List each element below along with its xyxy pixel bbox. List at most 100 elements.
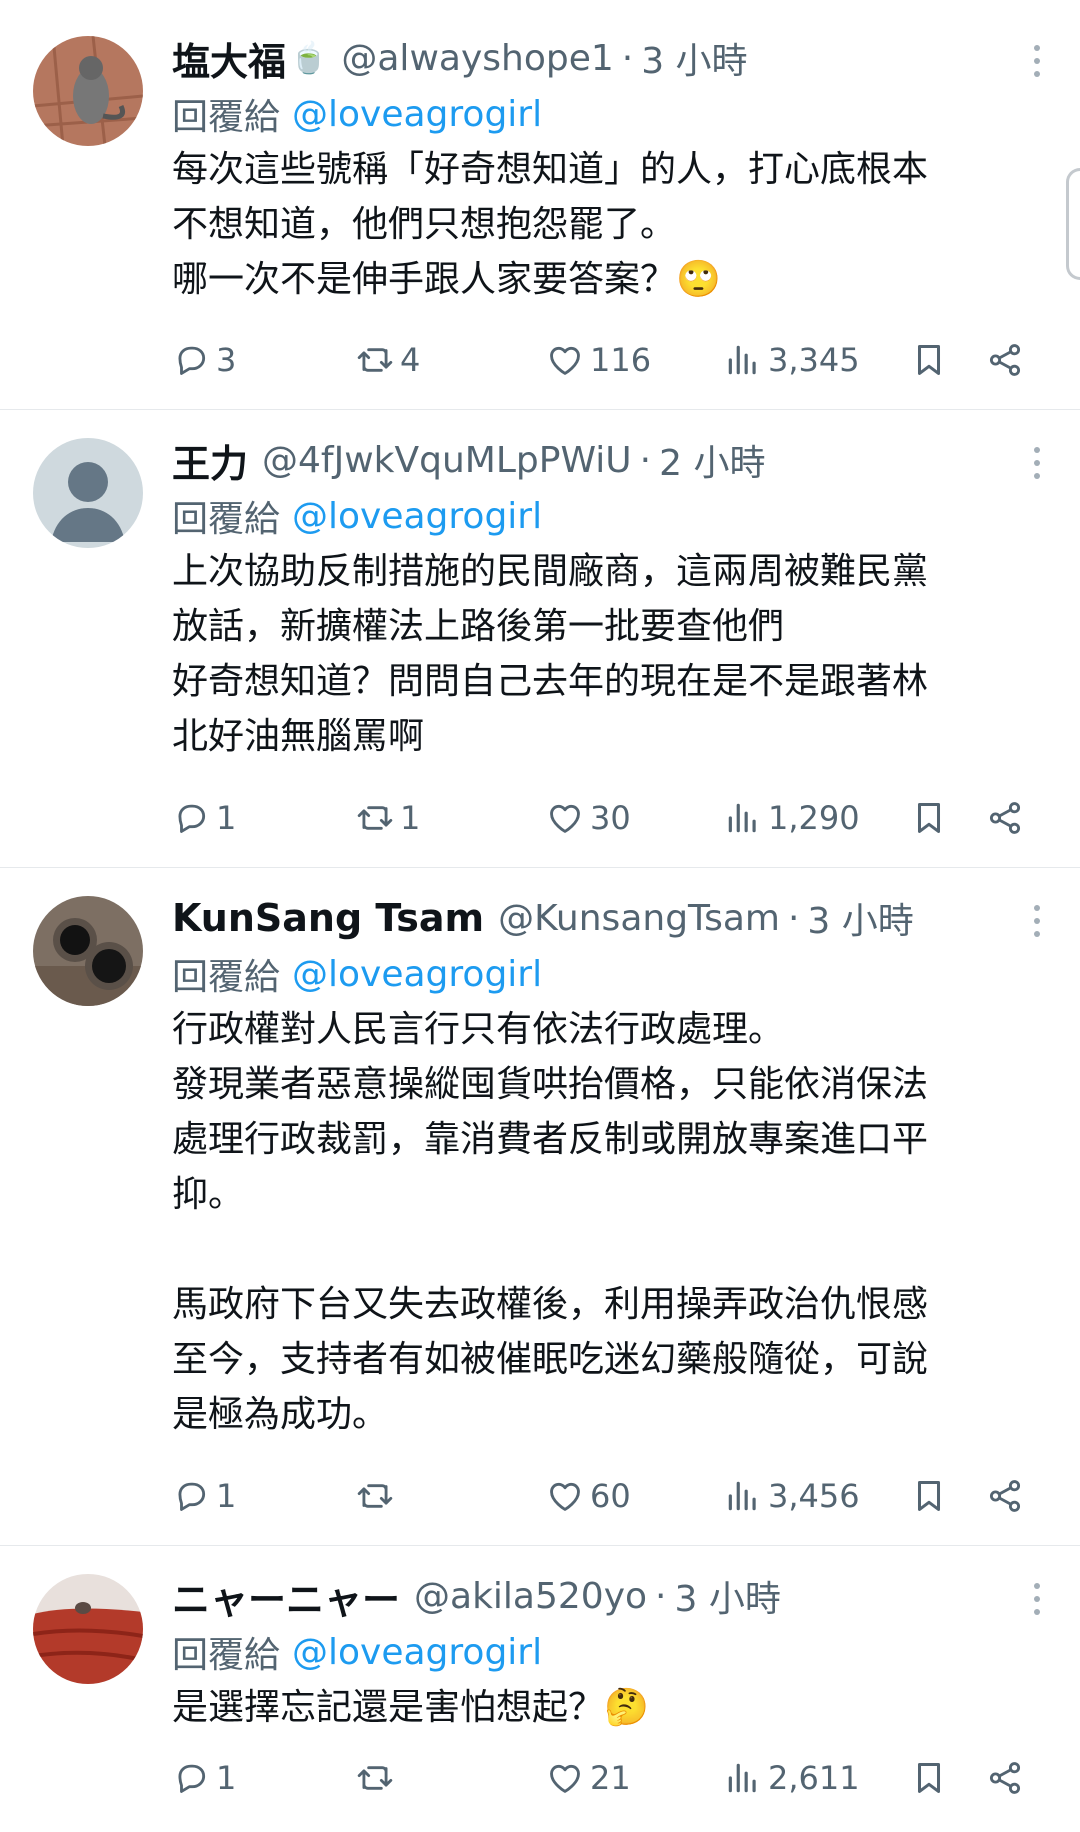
retweet-button[interactable]: 1	[356, 790, 420, 846]
reply-label: 回覆給	[172, 97, 281, 138]
reply-button[interactable]: 1	[172, 1750, 236, 1806]
timestamp[interactable]: 3 小時	[807, 892, 913, 944]
display-name[interactable]: ニャーニャー	[172, 1569, 400, 1624]
retweet-icon	[357, 1484, 393, 1508]
action-bar: 1 60 3,456	[0, 1468, 1080, 1524]
reply-to-link[interactable]: @loveagrogirl	[292, 954, 542, 995]
like-button[interactable]: 30	[546, 790, 631, 846]
share-button[interactable]	[986, 1468, 1024, 1524]
bookmark-button[interactable]	[910, 1750, 948, 1806]
user-handle[interactable]: @KunsangTsam	[498, 898, 780, 939]
more-options-icon[interactable]	[1022, 896, 1052, 946]
view-count: 3,345	[768, 341, 860, 379]
action-bar: 3 4 116 3,345	[0, 332, 1080, 388]
views-button[interactable]: 1,290	[724, 790, 860, 846]
like-button[interactable]: 116	[546, 332, 651, 388]
retweet-icon	[357, 348, 393, 372]
user-handle[interactable]: @akila520yo	[414, 1576, 647, 1617]
avatar[interactable]	[33, 36, 143, 146]
views-chart-icon	[728, 803, 756, 833]
reply-count: 1	[216, 799, 237, 837]
views-chart-icon	[728, 1481, 756, 1511]
heart-icon	[550, 346, 580, 375]
user-handle[interactable]: @4fJwkVquMLpPWiU	[262, 440, 632, 481]
timestamp[interactable]: 3 小時	[641, 32, 747, 84]
share-icon	[989, 1762, 1021, 1794]
tweet-text: 是選擇忘記還是害怕想起？🤔	[172, 1687, 649, 1728]
tweet-header: 塩大福 🍵 @alwayshope1 · 3 小時	[172, 30, 1040, 86]
like-count: 60	[590, 1477, 631, 1515]
reply-button[interactable]: 1	[172, 790, 236, 846]
like-button[interactable]: 21	[546, 1750, 631, 1806]
view-count: 1,290	[768, 799, 860, 837]
reply-button[interactable]: 1	[172, 1468, 236, 1524]
reply-label: 回覆給	[172, 957, 281, 998]
reply-button[interactable]: 3	[172, 332, 236, 388]
tweet-header: KunSang Tsam @KunsangTsam · 3 小時	[172, 890, 1040, 946]
action-bar: 1 21 2,611	[0, 1750, 1080, 1806]
retweet-button[interactable]	[356, 1468, 400, 1524]
share-icon	[989, 344, 1021, 376]
bookmark-button[interactable]	[910, 1468, 948, 1524]
like-button[interactable]: 60	[546, 1468, 631, 1524]
more-options-icon[interactable]	[1022, 36, 1052, 86]
separator-dot: ·	[787, 897, 800, 939]
bookmark-button[interactable]	[910, 332, 948, 388]
avatar[interactable]	[33, 1574, 143, 1684]
like-count: 21	[590, 1759, 631, 1797]
heart-icon	[550, 804, 580, 833]
retweet-button[interactable]	[356, 1750, 400, 1806]
separator-dot: ·	[655, 1575, 667, 1617]
user-handle[interactable]: @alwayshope1	[341, 38, 613, 79]
action-bar: 1 1 30 1,290	[0, 790, 1080, 846]
reply-to-link[interactable]: @loveagrogirl	[292, 496, 542, 537]
share-button[interactable]	[986, 332, 1024, 388]
views-chart-icon	[728, 345, 756, 375]
reply-count: 1	[216, 1477, 237, 1515]
avatar[interactable]	[33, 896, 143, 1006]
bookmark-icon	[917, 345, 941, 375]
heart-icon	[550, 1764, 580, 1793]
view-count: 2,611	[768, 1759, 860, 1797]
more-options-icon[interactable]	[1022, 438, 1052, 488]
display-name[interactable]: 王力	[172, 433, 248, 488]
reply-label: 回覆給	[172, 1635, 281, 1676]
views-button[interactable]: 2,611	[724, 1750, 860, 1806]
retweet-icon	[357, 806, 393, 830]
more-options-icon[interactable]	[1022, 1574, 1052, 1624]
share-button[interactable]	[986, 1750, 1024, 1806]
reply-context: 回覆給 @loveagrogirl	[172, 1624, 1040, 1680]
tweet[interactable]: 王力 @4fJwkVquMLpPWiU · 2 小時 回覆給 @loveagro…	[0, 410, 1080, 868]
retweet-button[interactable]: 4	[356, 332, 420, 388]
bookmark-icon	[917, 1763, 941, 1793]
reply-count: 1	[216, 1759, 237, 1797]
reply-to-link[interactable]: @loveagrogirl	[292, 94, 542, 135]
reply-context: 回覆給 @loveagrogirl	[172, 488, 1040, 544]
share-icon	[989, 802, 1021, 834]
timestamp[interactable]: 2 小時	[659, 434, 765, 486]
separator-dot: ·	[621, 37, 634, 79]
timestamp[interactable]: 3 小時	[674, 1570, 780, 1622]
tweet[interactable]: ニャーニャー @akila520yo · 3 小時 回覆給 @loveagrog…	[0, 1546, 1080, 1832]
display-name[interactable]: 塩大福	[172, 31, 286, 86]
display-name[interactable]: KunSang Tsam	[172, 896, 484, 940]
bookmark-button[interactable]	[910, 790, 948, 846]
reply-label: 回覆給	[172, 499, 281, 540]
view-count: 3,456	[768, 1477, 860, 1515]
reply-to-link[interactable]: @loveagrogirl	[292, 1632, 542, 1673]
tweet[interactable]: KunSang Tsam @KunsangTsam · 3 小時 回覆給 @lo…	[0, 868, 1080, 1546]
bookmark-icon	[917, 1481, 941, 1511]
like-count: 30	[590, 799, 631, 837]
reply-context: 回覆給 @loveagrogirl	[172, 946, 1040, 1002]
views-button[interactable]: 3,456	[724, 1468, 860, 1524]
tweet-header: 王力 @4fJwkVquMLpPWiU · 2 小時	[172, 432, 1040, 488]
share-button[interactable]	[986, 790, 1024, 846]
views-button[interactable]: 3,345	[724, 332, 860, 388]
tweet-text: 行政權對人民言行只有依法行政處理。 發現業者惡意操縱囤貨哄抬價格，只能依消保法 …	[172, 1009, 929, 1435]
bookmark-icon	[917, 803, 941, 833]
tweet[interactable]: 塩大福 🍵 @alwayshope1 · 3 小時 回覆給 @loveagrog…	[0, 0, 1080, 410]
reply-icon	[178, 1482, 206, 1511]
tea-emoji-icon: 🍵	[290, 40, 328, 76]
avatar[interactable]	[33, 438, 143, 548]
like-count: 116	[590, 341, 652, 379]
